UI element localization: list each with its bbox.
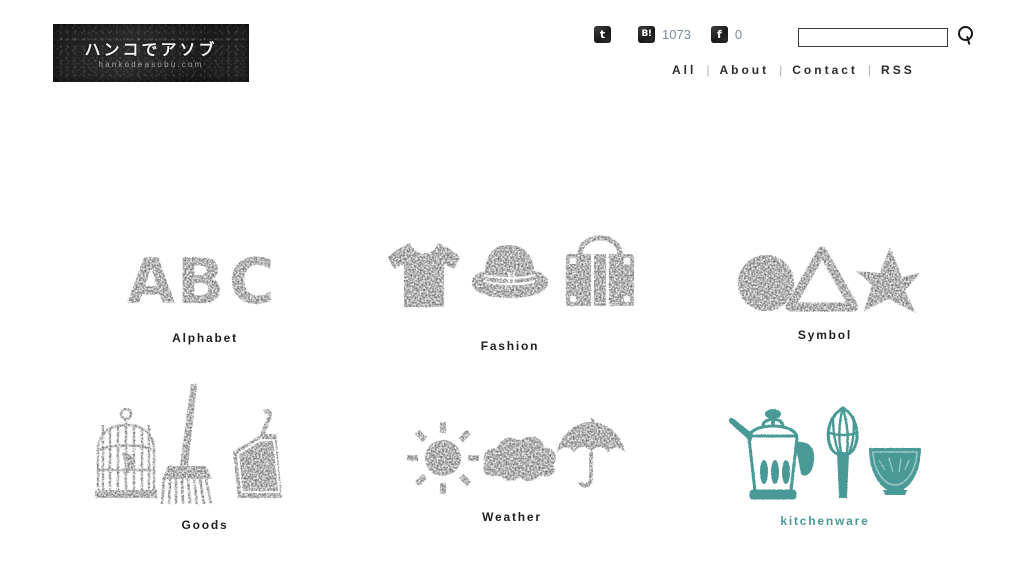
symbol-artwork	[665, 205, 985, 315]
twitter-share[interactable]: t	[594, 25, 618, 43]
dustpan-icon	[233, 409, 282, 498]
magnifier-glass-shape	[958, 26, 973, 41]
nav-item-contact[interactable]: Contact	[792, 63, 858, 77]
abc-letters-icon: A B C	[127, 245, 275, 318]
circle-icon	[738, 255, 794, 311]
hatena-bookmark-count: 1073	[662, 26, 691, 42]
nav-separator: |	[867, 63, 872, 77]
broom-icon	[160, 384, 213, 505]
category-alphabet[interactable]: A B C Alphabet	[45, 205, 365, 345]
nav-item-about[interactable]: About	[719, 63, 769, 77]
category-symbol[interactable]: Symbol	[665, 205, 985, 342]
nav-separator: |	[706, 63, 710, 77]
main-nav: All | About | Contact | RSS	[672, 63, 915, 77]
category-label-symbol[interactable]: Symbol	[665, 328, 985, 342]
category-label-weather[interactable]: Weather	[352, 510, 672, 524]
category-label-kitchenware[interactable]: kitchenware	[665, 514, 985, 528]
kettle-icon	[728, 409, 815, 500]
category-kitchenware[interactable]: kitchenware	[665, 398, 985, 528]
svg-text:B: B	[177, 245, 224, 318]
whisk-icon	[826, 406, 859, 457]
cloud-icon	[483, 436, 556, 481]
umbrella-icon	[557, 417, 625, 488]
suitcase-icon	[566, 235, 634, 306]
hat-icon	[472, 245, 548, 298]
weather-artwork	[352, 402, 672, 502]
social-counters: t B! 1073 f 0	[594, 23, 762, 45]
category-grid: A B C Alphabet Fashion Symbol Goods Weat…	[0, 150, 1024, 568]
category-fashion[interactable]: Fashion	[350, 205, 670, 353]
bowl-icon	[869, 448, 921, 495]
facebook-count: 0	[734, 26, 743, 42]
svg-text:C: C	[229, 245, 275, 318]
hatena-bookmark-icon[interactable]: B!	[638, 25, 655, 43]
facebook-icon[interactable]: f	[710, 25, 728, 43]
sun-icon	[407, 422, 479, 494]
category-label-goods[interactable]: Goods	[45, 518, 365, 532]
goods-artwork	[45, 378, 365, 508]
twitter-icon[interactable]: t	[594, 25, 611, 43]
svg-text:A: A	[127, 245, 175, 318]
search-icon[interactable]	[957, 25, 973, 49]
logo-kana-text: ハンコでアソブ	[84, 40, 218, 59]
nav-item-all[interactable]: All	[672, 63, 696, 77]
kitchenware-artwork	[665, 398, 985, 508]
whisk-handle	[837, 452, 849, 498]
category-label-fashion[interactable]: Fashion	[350, 339, 670, 353]
search-input[interactable]	[798, 27, 948, 47]
facebook-share[interactable]: f 0	[710, 25, 743, 43]
site-logo[interactable]: ハンコでアソブ hankodeasobu.com	[53, 24, 249, 82]
category-goods[interactable]: Goods	[45, 378, 365, 532]
star-icon	[856, 247, 920, 313]
category-label-alphabet[interactable]: Alphabet	[45, 331, 365, 345]
tshirt-icon	[388, 243, 460, 307]
logo-url-text: hankodeasobu.com	[98, 60, 204, 69]
fashion-artwork	[350, 205, 670, 315]
triangle-icon	[785, 246, 859, 312]
hatena-bookmark-share[interactable]: B! 1073	[638, 25, 691, 43]
alphabet-artwork: A B C	[45, 205, 365, 318]
category-weather[interactable]: Weather	[352, 402, 672, 524]
kettle-decor	[760, 460, 790, 484]
search-area	[798, 25, 973, 49]
nav-separator: |	[779, 63, 783, 77]
nav-item-rss[interactable]: RSS	[881, 63, 915, 77]
site-header: ハンコでアソブ hankodeasobu.com t B! 1073 f 0 A…	[0, 0, 1024, 110]
